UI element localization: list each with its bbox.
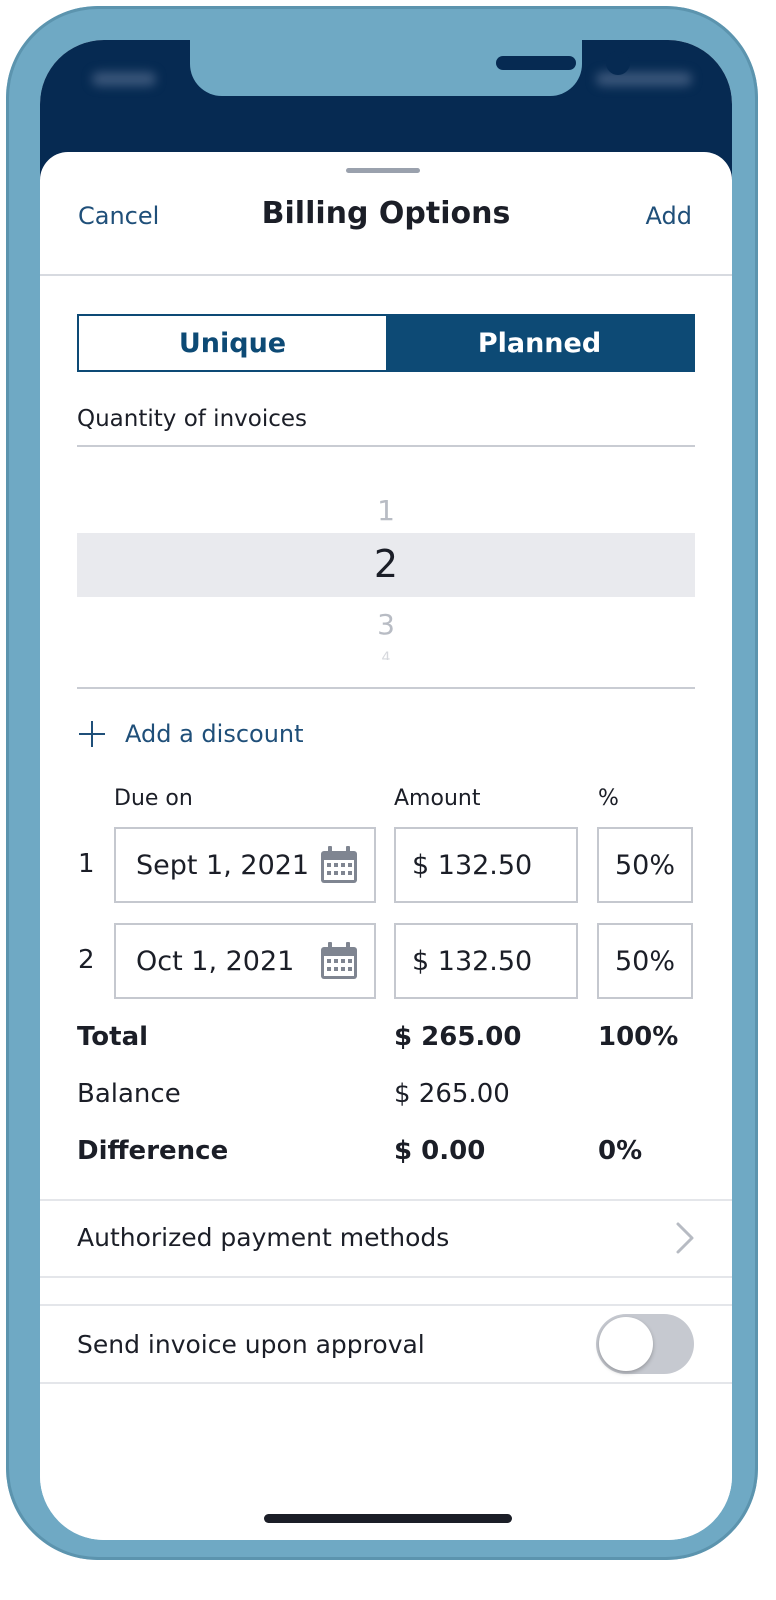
due-date-field[interactable]: Oct 1, 2021 <box>114 923 376 999</box>
segment-unique[interactable]: Unique <box>79 316 386 370</box>
calendar-icon[interactable] <box>318 844 360 886</box>
due-date-value: Oct 1, 2021 <box>136 945 295 977</box>
toggle-knob <box>599 1317 653 1371</box>
difference-amount: $ 0.00 <box>394 1136 486 1166</box>
quantity-label: Quantity of invoices <box>77 406 307 432</box>
balance-label: Balance <box>77 1079 181 1109</box>
camera-icon <box>606 51 630 75</box>
billing-options-sheet: Cancel Billing Options Add Unique Planne… <box>40 152 732 1540</box>
payment-methods-row[interactable]: Authorized payment methods <box>40 1201 732 1275</box>
divider <box>40 1276 732 1278</box>
add-button[interactable]: Add <box>646 202 692 230</box>
send-invoice-toggle[interactable] <box>596 1314 694 1374</box>
payment-methods-label: Authorized payment methods <box>77 1223 450 1252</box>
header-divider <box>40 274 732 276</box>
total-label: Total <box>77 1022 149 1052</box>
add-discount-button[interactable]: Add a discount <box>77 714 304 754</box>
status-icons-blurred <box>596 72 692 86</box>
column-header-amount: Amount <box>394 786 481 811</box>
picker-option[interactable]: 1 <box>40 494 732 527</box>
amount-field[interactable]: $ 132.50 <box>394 827 578 903</box>
installment-index: 2 <box>78 945 95 975</box>
amount-field[interactable]: $ 132.50 <box>394 923 578 999</box>
chevron-right-icon <box>676 1222 694 1254</box>
sheet-grabber[interactable] <box>346 168 420 173</box>
notch <box>190 40 630 96</box>
divider <box>40 1304 732 1306</box>
billing-type-segmented-control: Unique Planned <box>77 314 695 372</box>
picker-selected-option[interactable]: 2 <box>40 542 732 586</box>
percent-field[interactable]: 50% <box>597 923 693 999</box>
divider <box>40 1382 732 1384</box>
due-date-field[interactable]: Sept 1, 2021 <box>114 827 376 903</box>
difference-percent: 0% <box>598 1136 643 1166</box>
divider <box>77 445 695 447</box>
balance-amount: $ 265.00 <box>394 1079 510 1109</box>
installment-index: 1 <box>78 849 95 879</box>
picker-option[interactable]: 3 <box>40 608 732 641</box>
picker-option[interactable]: 4 <box>40 650 732 660</box>
status-time-blurred <box>92 72 156 86</box>
divider <box>77 687 695 689</box>
calendar-icon[interactable] <box>318 940 360 982</box>
phone-frame: Cancel Billing Options Add Unique Planne… <box>6 6 758 1560</box>
plus-icon <box>77 719 107 749</box>
cancel-button[interactable]: Cancel <box>78 202 159 230</box>
add-discount-label: Add a discount <box>125 720 304 748</box>
due-date-value: Sept 1, 2021 <box>136 849 310 881</box>
home-indicator[interactable] <box>264 1514 512 1523</box>
send-invoice-label: Send invoice upon approval <box>77 1330 425 1359</box>
percent-field[interactable]: 50% <box>597 827 693 903</box>
total-percent: 100% <box>598 1022 679 1052</box>
screen: Cancel Billing Options Add Unique Planne… <box>40 40 732 1540</box>
speaker <box>496 56 576 70</box>
segment-planned[interactable]: Planned <box>386 316 693 370</box>
column-header-due-on: Due on <box>114 786 193 811</box>
difference-label: Difference <box>77 1136 229 1166</box>
total-amount: $ 265.00 <box>394 1022 522 1052</box>
column-header-percent: % <box>598 786 619 811</box>
